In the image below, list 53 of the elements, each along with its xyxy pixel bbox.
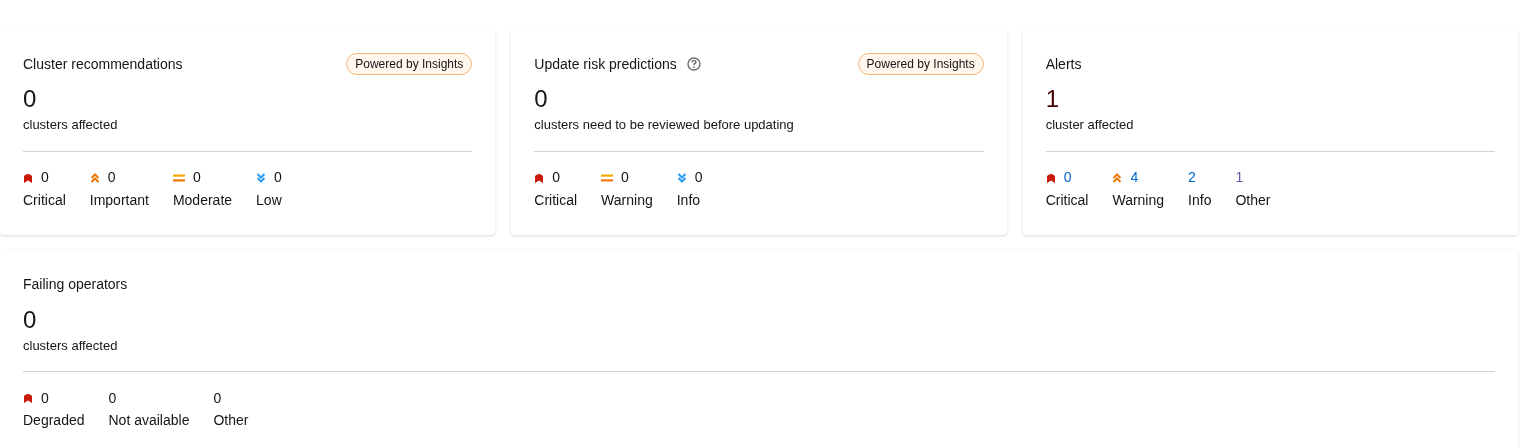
severity-label: Important xyxy=(89,190,149,210)
severity-count[interactable]: 0 xyxy=(552,167,561,188)
severity-label: Warning xyxy=(1112,190,1165,210)
help-icon[interactable] xyxy=(686,57,701,71)
equals-icon xyxy=(172,172,185,183)
affected-caption: clusters affected xyxy=(23,336,119,355)
severity-count[interactable]: 0 xyxy=(694,167,703,188)
affected-caption: clusters affected xyxy=(23,116,119,134)
severity-count[interactable]: 0 xyxy=(107,167,116,188)
severity-label: Other xyxy=(213,411,249,430)
severity-label: Moderate xyxy=(172,190,233,210)
insights-badge: Powered by Insights xyxy=(857,53,984,75)
severity-label: Low xyxy=(256,190,282,210)
severity-label: Warning xyxy=(601,190,653,210)
critical-icon xyxy=(534,172,545,183)
severity-label: Info xyxy=(676,190,702,210)
severity-label: Critical xyxy=(23,190,66,210)
affected-count[interactable]: 1 xyxy=(1045,85,1495,113)
severity-count[interactable]: 0 xyxy=(1063,167,1072,188)
severity-count[interactable]: 4 xyxy=(1130,167,1139,188)
severity-label: Other xyxy=(1235,190,1271,210)
insights-badge: Powered by Insights xyxy=(346,53,473,75)
severity-count[interactable]: 0 xyxy=(108,387,117,409)
equals-icon xyxy=(601,172,614,183)
affected-count[interactable]: 0 xyxy=(534,85,984,113)
affected-count[interactable]: 0 xyxy=(23,305,1495,334)
severity-count[interactable]: 0 xyxy=(41,167,49,188)
severity-count[interactable]: 0 xyxy=(274,167,282,188)
card-title: Failing operators xyxy=(23,275,128,294)
double-chevron-down-icon xyxy=(676,172,687,183)
severity-count[interactable]: 0 xyxy=(41,387,49,409)
double-chevron-down-icon xyxy=(256,172,267,183)
card-title: Alerts xyxy=(1045,54,1082,74)
severity-label: Info xyxy=(1188,190,1212,210)
affected-caption: clusters need to be reviewed before updating xyxy=(534,116,795,134)
double-chevron-up-icon xyxy=(89,172,100,183)
affected-caption: cluster affected xyxy=(1045,116,1135,134)
severity-label: Degraded xyxy=(23,411,85,430)
critical-icon xyxy=(1045,172,1056,183)
severity-count[interactable]: 1 xyxy=(1235,167,1244,188)
severity-count[interactable]: 0 xyxy=(192,167,201,188)
severity-count[interactable]: 0 xyxy=(621,167,629,188)
severity-label: Not available xyxy=(108,411,190,430)
critical-icon xyxy=(23,172,33,183)
critical-icon xyxy=(23,393,33,403)
severity-label: Critical xyxy=(534,190,578,210)
card-title: Update risk predictions xyxy=(534,54,677,74)
card-title: Cluster recommendations xyxy=(23,54,183,74)
double-chevron-up-icon xyxy=(1112,172,1123,183)
severity-count[interactable]: 2 xyxy=(1188,167,1196,188)
severity-label: Critical xyxy=(1045,190,1089,210)
severity-count[interactable]: 0 xyxy=(213,387,222,409)
affected-count[interactable]: 0 xyxy=(23,85,473,113)
